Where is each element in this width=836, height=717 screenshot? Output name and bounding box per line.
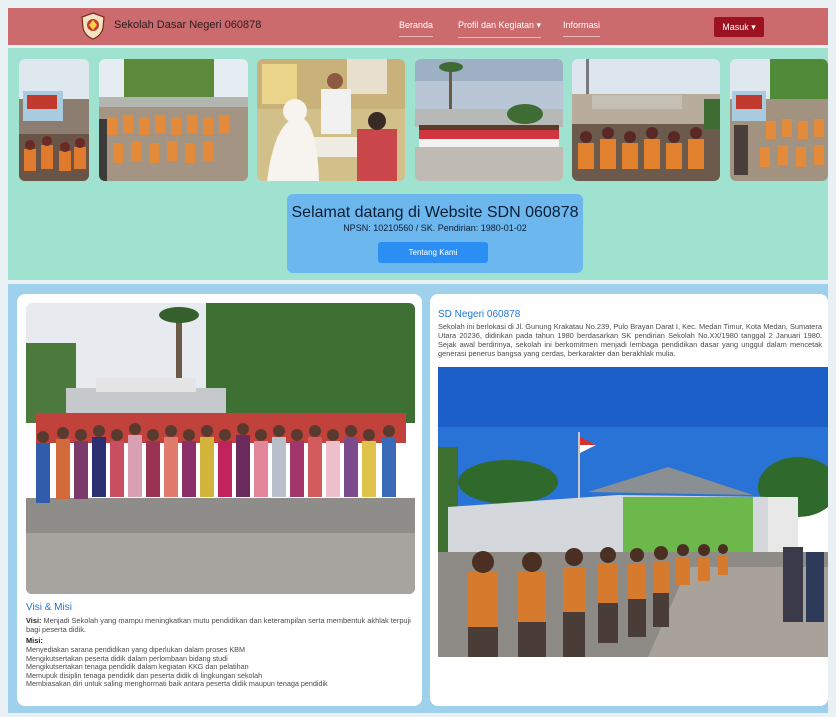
gallery-photo-6[interactable] bbox=[730, 59, 828, 181]
gallery-photo-4[interactable] bbox=[415, 59, 563, 181]
nav-beranda[interactable]: Beranda bbox=[399, 20, 434, 37]
misi-list: Menyediakan sarana pendidikan yang diper… bbox=[26, 645, 421, 689]
gallery-photo-5[interactable] bbox=[572, 59, 720, 181]
welcome-subtitle: NPSN: 10210560 / SK. Pendirian: 1980-01-… bbox=[343, 223, 527, 233]
visi-misi-title: Visi & Misi bbox=[26, 602, 72, 613]
gallery-photo-1[interactable] bbox=[19, 59, 89, 181]
visi-misi-card: Visi & Misi Visi: Menjadi Sekolah yang m… bbox=[17, 294, 422, 706]
navbar: Sekolah Dasar Negeri 060878 Beranda Prof… bbox=[8, 8, 828, 45]
brand-name[interactable]: Sekolah Dasar Negeri 060878 bbox=[114, 19, 261, 31]
about-text: Sekolah ini berlokasi di Jl. Gunung Krak… bbox=[438, 322, 822, 358]
nav-informasi[interactable]: Informasi bbox=[563, 20, 601, 37]
gallery-photo-3[interactable] bbox=[257, 59, 405, 181]
hero-section: Selamat datang di Website SDN 060878 NPS… bbox=[8, 48, 828, 280]
login-button[interactable]: Masuk ▾ bbox=[714, 17, 764, 37]
about-title: SD Negeri 060878 bbox=[438, 309, 521, 320]
content-section: Visi & Misi Visi: Menjadi Sekolah yang m… bbox=[8, 284, 828, 713]
nav-profil-kegiatan[interactable]: Profil dan Kegiatan ▾ bbox=[458, 20, 542, 38]
misi-item: Membiasakan diri untuk saling menghormat… bbox=[26, 679, 328, 688]
group-photo[interactable] bbox=[26, 303, 415, 594]
visi-paragraph: Visi: Menjadi Sekolah yang mampu meningk… bbox=[26, 616, 421, 634]
visi-label: Visi: bbox=[26, 616, 42, 625]
tentang-kami-button[interactable]: Tentang Kami bbox=[378, 242, 488, 263]
welcome-title: Selamat datang di Website SDN 060878 bbox=[291, 204, 579, 221]
scouts-photo[interactable] bbox=[438, 367, 828, 657]
misi-label: Misi: bbox=[26, 636, 43, 645]
gallery-photo-2[interactable] bbox=[99, 59, 248, 181]
school-logo-icon[interactable] bbox=[80, 12, 106, 40]
welcome-box: Selamat datang di Website SDN 060878 NPS… bbox=[287, 194, 583, 273]
visi-text: Menjadi Sekolah yang mampu meningkatkan … bbox=[26, 616, 411, 634]
about-card: SD Negeri 060878 Sekolah ini berlokasi d… bbox=[430, 294, 828, 706]
